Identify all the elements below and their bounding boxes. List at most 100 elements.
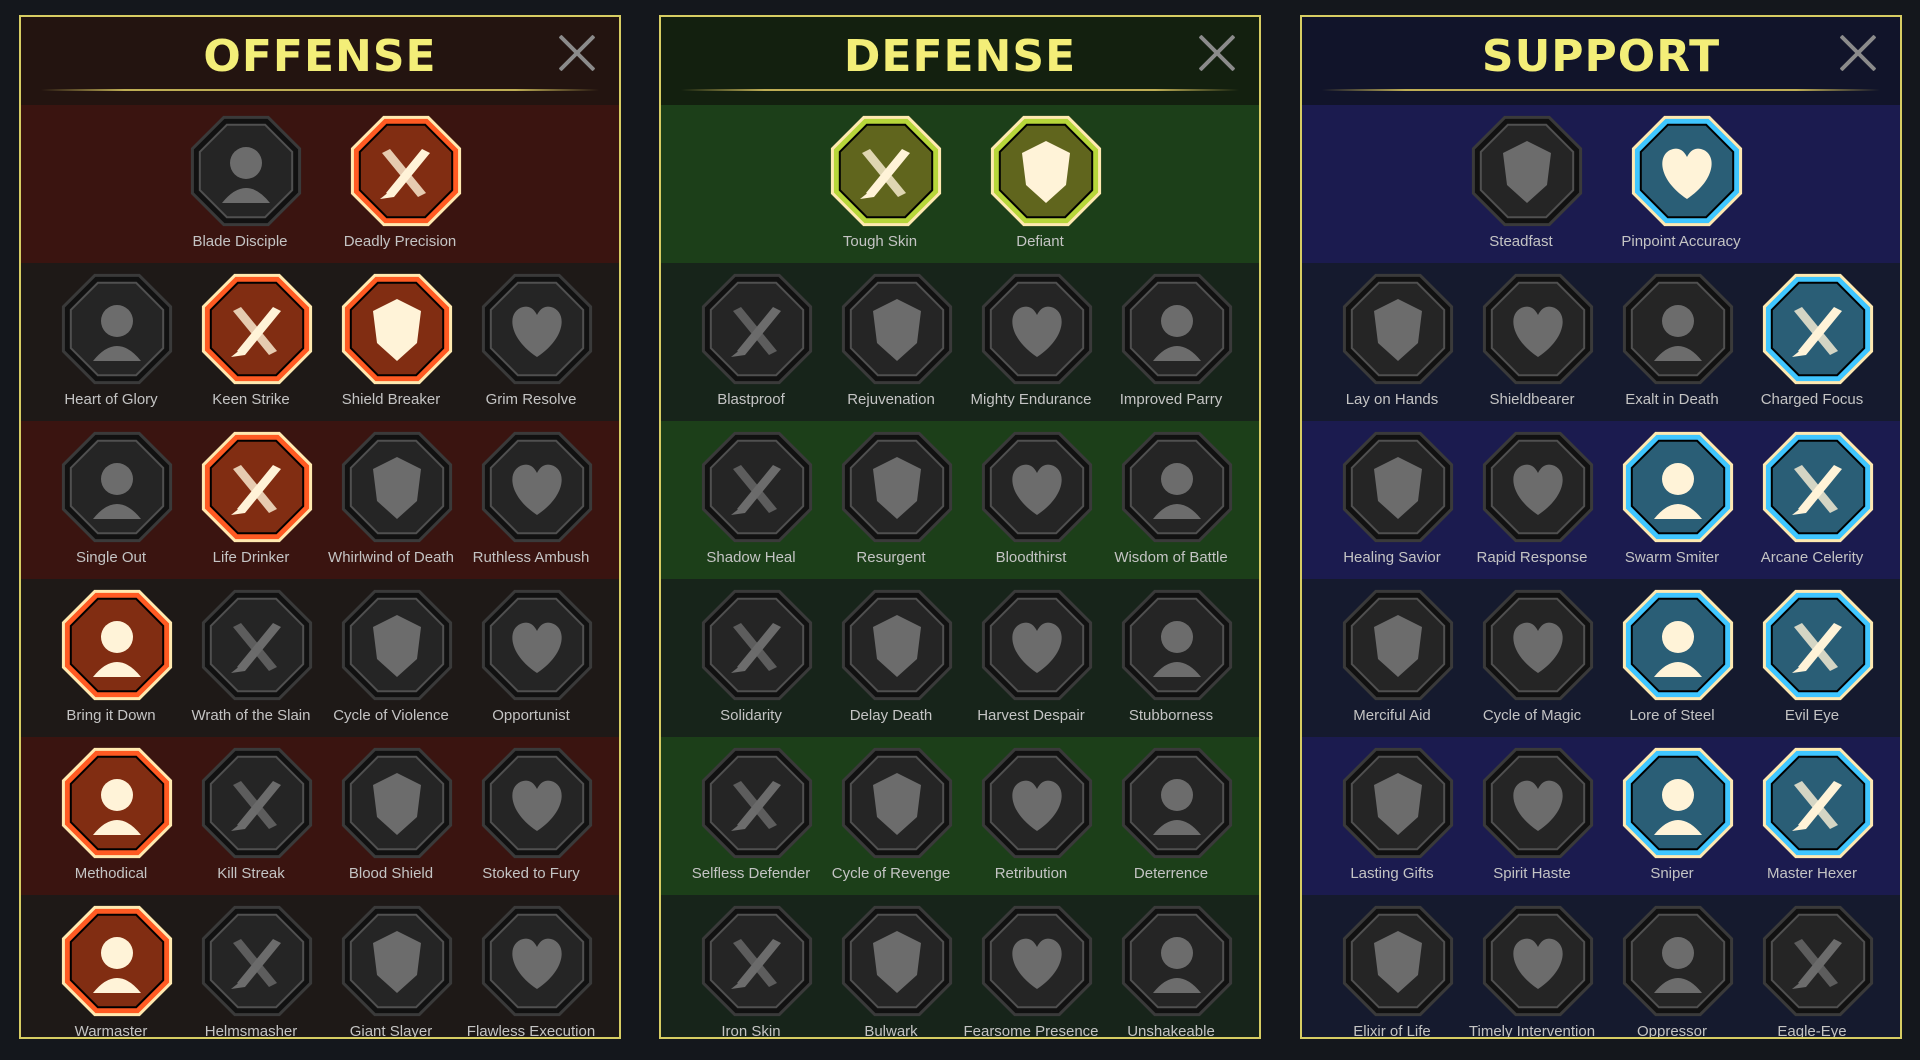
talent-slot: Giant Slayer: [321, 895, 461, 1037]
heart-plus-icon[interactable]: [1467, 111, 1587, 231]
shadow-figure-icon[interactable]: [697, 427, 817, 547]
talent-slot: Charged Focus: [1742, 263, 1882, 421]
open-book-icon[interactable]: [1618, 585, 1738, 705]
spiked-heart-icon[interactable]: [477, 269, 597, 389]
flexing-man-icon[interactable]: [1117, 901, 1237, 1021]
sword-slash-icon[interactable]: [197, 269, 317, 389]
armored-warrior-icon[interactable]: [977, 269, 1097, 389]
open-hand-icon[interactable]: [977, 585, 1097, 705]
axe-icon[interactable]: [337, 585, 457, 705]
winged-skull-icon[interactable]: [1478, 901, 1598, 1021]
close-icon[interactable]: [1197, 33, 1237, 73]
eagle-icon[interactable]: [1758, 901, 1878, 1021]
winged-boot-icon[interactable]: [1478, 743, 1598, 863]
drops-icon[interactable]: [837, 743, 957, 863]
praying-hands-icon[interactable]: [1338, 269, 1458, 389]
talent-slot: Kill Streak: [181, 737, 321, 895]
target-burst-icon[interactable]: [1627, 111, 1747, 231]
chevron-shield-icon[interactable]: [697, 269, 817, 389]
arrows-bullseye-icon[interactable]: [57, 743, 177, 863]
support-talent-tree: Steadfast Pinpoint Accuracy Lay on Hands Sh…: [1302, 105, 1900, 1037]
hand-swirl-icon[interactable]: [1117, 743, 1237, 863]
dagger-strike-icon[interactable]: [346, 111, 466, 231]
horned-heart-icon[interactable]: [57, 269, 177, 389]
arrows-target-icon[interactable]: [57, 427, 177, 547]
radiant-shield-icon[interactable]: [1478, 269, 1598, 389]
gauntlet-fist-icon[interactable]: [197, 585, 317, 705]
bearded-skull-icon[interactable]: [977, 901, 1097, 1021]
talent-tier: Tough Skin Defiant: [661, 105, 1259, 263]
wing-hand-icon[interactable]: [1758, 269, 1878, 389]
bull-icon[interactable]: [1117, 585, 1237, 705]
heart-organ-icon[interactable]: [837, 269, 957, 389]
broken-shield-icon[interactable]: [337, 269, 457, 389]
group-icon[interactable]: [697, 585, 817, 705]
talent-slot: Deadly Precision: [330, 105, 470, 263]
talent-row: Tough Skin Defiant: [681, 105, 1239, 263]
compass-star-icon[interactable]: [1338, 743, 1458, 863]
running-man-icon[interactable]: [697, 743, 817, 863]
iron-warrior-icon[interactable]: [697, 901, 817, 1021]
talent-row: Selfless Defender Cycle of Revenge Retribu…: [681, 737, 1239, 895]
talent-slot: Blastproof: [681, 263, 821, 421]
crossed-swords-icon[interactable]: [186, 111, 306, 231]
angry-eyes-icon[interactable]: [1758, 585, 1878, 705]
talent-slot: Single Out: [41, 421, 181, 579]
talent-slot: Whirlwind of Death: [321, 421, 461, 579]
talent-row: Bring it Down Wrath of the Slain Cycle of …: [41, 579, 599, 737]
defense-talent-tree: Tough Skin Defiant Blastproof Rejuvenation M…: [661, 105, 1259, 1037]
raised-fist-icon[interactable]: [986, 111, 1106, 231]
lightning-bolt-icon[interactable]: [1478, 427, 1598, 547]
hourglass-icon[interactable]: [837, 585, 957, 705]
talent-label: Flawless Execution: [466, 1023, 596, 1039]
fangs-icon[interactable]: [197, 427, 317, 547]
raging-man-icon[interactable]: [477, 743, 597, 863]
chain-lightning-icon[interactable]: [477, 585, 597, 705]
sword-heart-icon[interactable]: [57, 585, 177, 705]
talent-label: Wisdom of Battle: [1114, 549, 1228, 566]
knight-shield-icon[interactable]: [837, 427, 957, 547]
talent-slot: Arcane Celerity: [1742, 421, 1882, 579]
talent-row: Merciful Aid Cycle of Magic Lore of Steel E…: [1322, 579, 1880, 737]
skulls-icon[interactable]: [197, 743, 317, 863]
zigzag-lightning-icon[interactable]: [1618, 427, 1738, 547]
armor-plates-icon[interactable]: [826, 111, 946, 231]
giant-icon[interactable]: [337, 901, 457, 1021]
talent-slot: Methodical: [41, 737, 181, 895]
talent-row: Heart of Glory Keen Strike Shield Breaker G…: [41, 263, 599, 421]
skull-cloak-icon[interactable]: [337, 427, 457, 547]
crossed-blades-icon[interactable]: [1117, 269, 1237, 389]
talent-slot: Lore of Steel: [1602, 579, 1742, 737]
sword-sparks-icon[interactable]: [57, 901, 177, 1021]
eye-icon[interactable]: [1618, 743, 1738, 863]
talent-label: Deterrence: [1133, 865, 1209, 882]
talent-tier: Methodical Kill Streak Blood Shield Stoked …: [21, 737, 619, 895]
chained-heart-icon[interactable]: [1338, 585, 1458, 705]
talent-row: Blastproof Rejuvenation Mighty Endurance Im…: [681, 263, 1239, 421]
sword-shield-icon[interactable]: [337, 743, 457, 863]
talent-slot: Timely Intervention: [1462, 895, 1602, 1037]
crushing-fist-icon[interactable]: [1618, 901, 1738, 1021]
talent-tier: Lasting Gifts Spirit Haste Sniper Master He…: [1302, 737, 1900, 895]
arcane-figure-icon[interactable]: [1758, 427, 1878, 547]
healer-icon[interactable]: [1338, 427, 1458, 547]
close-icon[interactable]: [1838, 33, 1878, 73]
potion-flask-icon[interactable]: [1338, 901, 1458, 1021]
comet-icon[interactable]: [1478, 585, 1598, 705]
skull-heart-icon[interactable]: [977, 427, 1097, 547]
bulwark-shield-icon[interactable]: [837, 901, 957, 1021]
voodoo-doll-icon[interactable]: [1758, 743, 1878, 863]
talent-row: Elixir of Life Timely Intervention Oppress…: [1322, 895, 1882, 1037]
skull-blade-icon[interactable]: [477, 901, 597, 1021]
spiked-skull-icon[interactable]: [977, 743, 1097, 863]
talent-slot: Eagle-Eye: [1742, 895, 1882, 1037]
talent-label: Improved Parry: [1119, 391, 1223, 408]
helmet-icon[interactable]: [197, 901, 317, 1021]
close-icon[interactable]: [557, 33, 597, 73]
talent-slot: Cycle of Revenge: [821, 737, 961, 895]
talent-slot: Master Hexer: [1742, 737, 1882, 895]
offense-panel: OFFENSE Blade Disciple Deadly Precision He…: [19, 15, 621, 1039]
dagger-hand-icon[interactable]: [477, 427, 597, 547]
monk-icon[interactable]: [1117, 427, 1237, 547]
flaming-skull-icon[interactable]: [1618, 269, 1738, 389]
